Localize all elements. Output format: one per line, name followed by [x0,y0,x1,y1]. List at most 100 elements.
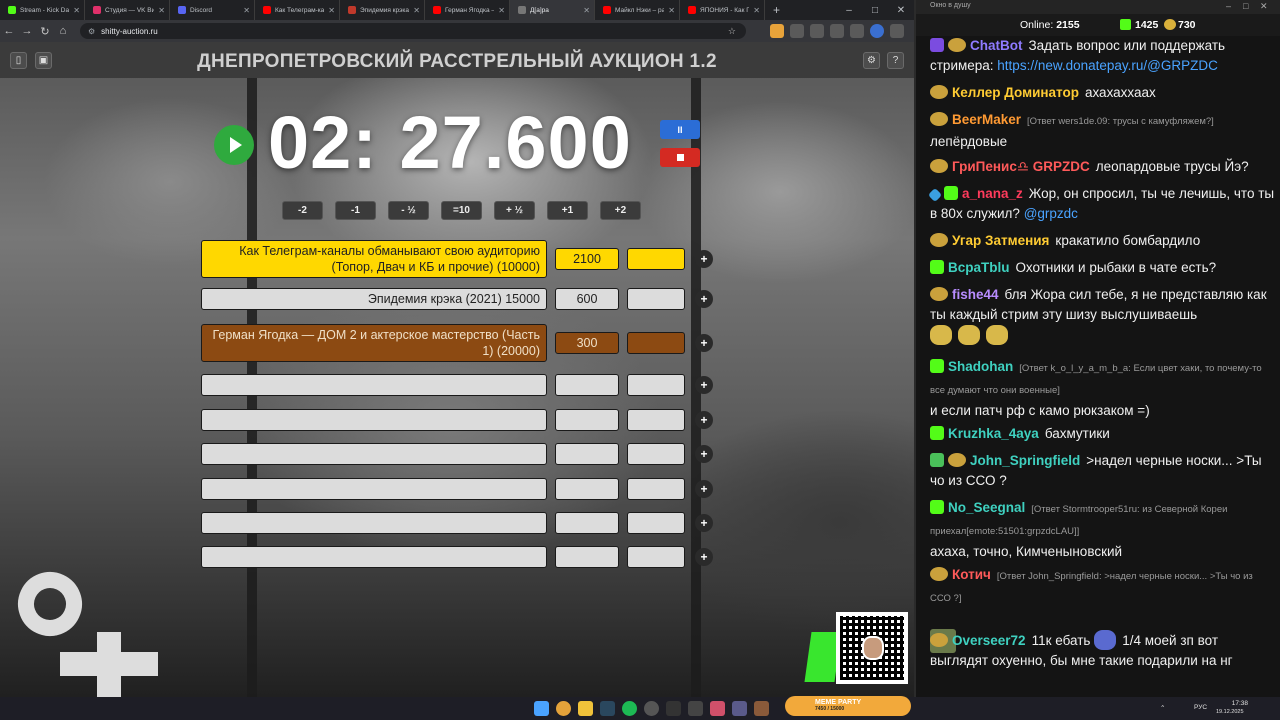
lot-amount-input[interactable] [555,374,619,396]
extension-icon[interactable] [770,24,784,38]
add-bid-button[interactable]: + [695,480,713,498]
close-window-button[interactable]: ✕ [888,0,914,20]
lot-name-input[interactable] [201,478,547,500]
lot-amount-input[interactable] [555,409,619,431]
app-icon[interactable] [732,701,747,716]
lot-bid-input[interactable] [627,248,685,270]
lot-amount-input[interactable] [555,443,619,465]
time-adjust-button[interactable]: + ½ [494,201,535,220]
start-icon[interactable] [534,701,549,716]
chat-username[interactable]: fishe44 [952,287,999,302]
app-icon[interactable] [754,701,769,716]
chat-username[interactable]: BeerMaker [952,112,1021,127]
chat-username[interactable]: Shadohan [948,359,1013,374]
add-bid-button[interactable]: + [695,334,713,352]
sidebar-icon[interactable] [850,24,864,38]
chat-username[interactable]: ChatBot [970,38,1023,53]
lot-bid-input[interactable] [627,546,685,568]
tab-close-icon[interactable]: ✕ [243,6,250,15]
chat-minimize-button[interactable]: – [1226,1,1231,11]
tab-close-icon[interactable]: ✕ [158,6,165,15]
add-bid-button[interactable]: + [695,376,713,394]
maximize-button[interactable]: □ [862,0,888,20]
time-adjust-button[interactable]: +1 [547,201,588,220]
lot-amount-input[interactable]: 300 [555,332,619,354]
add-bid-button[interactable]: + [695,514,713,532]
browser-tab[interactable]: Как Телеграм-канал ✕ [255,0,340,20]
tab-close-icon[interactable]: ✕ [753,6,760,15]
bookmark-star-icon[interactable]: ☆ [728,26,736,37]
add-bid-button[interactable]: + [695,445,713,463]
lot-bid-input[interactable] [627,512,685,534]
lot-name-input[interactable] [201,443,547,465]
lot-bid-input[interactable] [627,409,685,431]
chat-username[interactable]: No_Seegnal [948,500,1025,515]
puzzle-icon[interactable] [810,24,824,38]
tab-close-icon[interactable]: ✕ [328,6,335,15]
lot-name-input[interactable]: Как Телеграм-каналы обманывают свою ауди… [201,240,547,278]
profile-avatar[interactable] [870,24,884,38]
obs-icon[interactable] [644,701,659,716]
home-icon[interactable]: ⌂ [54,20,72,42]
back-icon[interactable]: ← [0,20,18,42]
settings-gear-icon[interactable]: ⚙ [863,52,880,69]
chat-username[interactable]: Kruzhka_4aya [948,426,1039,441]
chat-mention[interactable]: @grpzdc [1024,206,1078,221]
app-icon[interactable] [710,701,725,716]
lot-name-input[interactable]: Герман Ягодка — ДОМ 2 и актерское мастер… [201,324,547,362]
chat-close-button[interactable]: ✕ [1260,1,1268,12]
chat-username[interactable]: ВсраТblu [948,260,1010,275]
add-bid-button[interactable]: + [695,411,713,429]
language-indicator[interactable]: РУС [1194,704,1207,711]
extension-icon[interactable] [790,24,804,38]
chat-username[interactable]: Overseer72 [952,633,1026,648]
chat-link[interactable]: https://new.donatepay.ru/@GRPZDC [997,58,1218,73]
chat-maximize-button[interactable]: □ [1243,1,1248,11]
app-icon[interactable] [666,701,681,716]
site-info-icon[interactable]: ⚙ [88,27,95,36]
minimize-button[interactable]: – [836,0,862,20]
lot-amount-input[interactable]: 600 [555,288,619,310]
time-adjust-button[interactable]: +2 [600,201,641,220]
lot-bid-input[interactable] [627,443,685,465]
play-button[interactable] [214,125,254,165]
time-adjust-button[interactable]: =10 [441,201,482,220]
chat-username[interactable]: a_nana_z [962,186,1023,201]
lot-bid-input[interactable] [627,332,685,354]
menu-icon[interactable] [890,24,904,38]
browser-tab[interactable]: Герман Ягодка — ✕ [425,0,510,20]
add-bid-button[interactable]: + [695,548,713,566]
chat-username[interactable]: Угар Затмения [952,233,1049,248]
lot-name-input[interactable] [201,409,547,431]
tab-close-icon[interactable]: ✕ [73,6,80,15]
tab-close-icon[interactable]: ✕ [413,6,420,15]
lot-name-input[interactable] [201,512,547,534]
lot-amount-input[interactable] [555,512,619,534]
browser-tab[interactable]: ЯПОНИЯ - Как По ✕ [680,0,765,20]
spotify-icon[interactable] [622,701,637,716]
browser-tab[interactable]: Stream - Kick Dash ✕ [0,0,85,20]
lot-bid-input[interactable] [627,478,685,500]
browser-tab[interactable]: Студия — VK Видео ✕ [85,0,170,20]
add-bid-button[interactable]: + [695,250,713,268]
chat-username[interactable]: Котич [952,567,991,582]
reload-icon[interactable]: ↻ [36,20,54,42]
lot-name-input[interactable] [201,546,547,568]
lot-amount-input[interactable] [555,546,619,568]
chrome-icon[interactable] [556,701,571,716]
clock-date[interactable]: 19.12.2025 [1216,709,1244,715]
lot-amount-input[interactable] [555,478,619,500]
new-tab-button[interactable]: + [765,3,788,17]
url-input[interactable]: ⚙ shitty-auction.ru ☆ [80,23,746,39]
clock-time[interactable]: 17:38 [1226,700,1248,707]
chat-username[interactable]: Келлер Доминатор [952,85,1079,100]
lot-name-input[interactable]: Эпидемия крэка (2021) 15000 [201,288,547,310]
tab-close-icon[interactable]: ✕ [668,6,675,15]
browser-tab[interactable]: Д[а]ра ✕ [510,0,595,20]
tab-close-icon[interactable]: ✕ [583,6,590,15]
lot-amount-input[interactable]: 2100 [555,248,619,270]
pause-button[interactable]: II [660,120,700,139]
add-bid-button[interactable]: + [695,290,713,308]
chat-username[interactable]: John_Springfield [970,453,1080,468]
chat-message-list[interactable]: ChatBot Задать вопрос или поддержать стри… [916,36,1280,697]
